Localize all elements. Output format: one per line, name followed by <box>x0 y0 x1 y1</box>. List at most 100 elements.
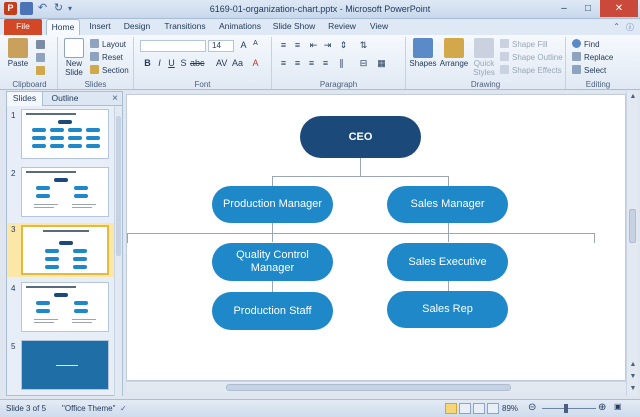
zoom-in-icon[interactable]: ⊕ <box>598 402 606 413</box>
normal-view-icon[interactable] <box>445 403 457 414</box>
font-color-icon[interactable]: A <box>250 58 261 68</box>
zoom-slider[interactable] <box>542 408 596 409</box>
minimize-button[interactable]: – <box>552 0 576 17</box>
node-sales-executive[interactable]: Sales Executive <box>387 243 508 281</box>
underline-icon[interactable]: U <box>166 58 177 68</box>
slide-preview <box>21 225 109 275</box>
tab-insert[interactable]: Insert <box>84 19 116 35</box>
tab-slides[interactable]: Slides <box>7 92 43 106</box>
shrink-font-icon[interactable]: A <box>250 40 261 47</box>
ribbon-options: ⌃ ⓘ <box>613 22 634 33</box>
shape-effects-button[interactable]: Shape Effects <box>500 65 562 75</box>
shape-outline-button[interactable]: Shape Outline <box>500 52 563 62</box>
scroll-thumb[interactable] <box>629 209 636 243</box>
format-painter-button[interactable] <box>36 66 48 76</box>
copy-button[interactable] <box>36 53 48 63</box>
font-name-combo[interactable] <box>140 40 206 52</box>
tab-transitions[interactable]: Transitions <box>160 19 210 35</box>
ribbon-tabs: File Home Insert Design Transitions Anim… <box>0 19 640 35</box>
cut-button[interactable] <box>36 40 48 50</box>
tab-slide-show[interactable]: Slide Show <box>270 19 318 35</box>
shape-fill-button[interactable]: Shape Fill <box>500 39 548 49</box>
shapes-button[interactable]: Shapes <box>409 38 437 68</box>
align-text-icon[interactable]: ⊟ <box>358 58 369 69</box>
bullets-icon[interactable]: ≡ <box>278 40 289 50</box>
increase-indent-icon[interactable]: ⇥ <box>322 40 333 51</box>
tab-outline[interactable]: Outline <box>45 92 85 106</box>
maximize-button[interactable]: □ <box>576 0 600 17</box>
slide-thumbnail-4[interactable]: 4 <box>7 282 115 336</box>
node-sales-manager[interactable]: Sales Manager <box>387 186 508 223</box>
node-quality-control-manager[interactable]: Quality Control Manager <box>212 243 333 281</box>
previous-slide-icon[interactable]: ▲ <box>627 361 639 368</box>
title-bar: P ↶ ↻ ▾ 6169-01-organization-chart.pptx … <box>0 0 640 19</box>
node-production-manager[interactable]: Production Manager <box>212 186 333 223</box>
text-direction-icon[interactable]: ⇅ <box>358 40 369 51</box>
theme-name[interactable]: "Office Theme" <box>62 404 115 413</box>
node-sales-rep[interactable]: Sales Rep <box>387 291 508 328</box>
numbering-icon[interactable]: ≡ <box>292 40 303 50</box>
tab-home[interactable]: Home <box>46 19 80 35</box>
slide-sorter-view-icon[interactable] <box>459 403 471 414</box>
slide-thumbnail-2[interactable]: 2 <box>7 167 115 221</box>
find-button[interactable]: Find <box>572 39 600 49</box>
columns-icon[interactable]: ∥ <box>336 58 347 69</box>
pane-scrollbar[interactable] <box>114 106 122 396</box>
bold-icon[interactable]: B <box>142 58 153 68</box>
effects-icon <box>500 65 509 74</box>
spell-check-icon[interactable]: ✓ <box>120 404 127 413</box>
connector-line <box>448 222 449 242</box>
reading-view-icon[interactable] <box>473 403 485 414</box>
help-icon[interactable]: ⓘ <box>626 22 634 33</box>
new-slide-button[interactable]: New Slide <box>61 38 87 77</box>
tab-review[interactable]: Review <box>323 19 361 35</box>
next-slide-icon[interactable]: ▼ <box>627 373 639 380</box>
fit-to-window-icon[interactable]: ▣ <box>614 402 622 411</box>
tab-animations[interactable]: Animations <box>214 19 266 35</box>
scroll-up-icon[interactable]: ▲ <box>627 93 639 100</box>
italic-icon[interactable]: I <box>154 58 165 68</box>
scroll-thumb[interactable] <box>226 384 511 391</box>
node-ceo[interactable]: CEO <box>300 116 421 158</box>
layout-button[interactable]: Layout <box>90 39 126 49</box>
reset-button[interactable]: Reset <box>90 52 123 62</box>
zoom-level[interactable]: 89% <box>502 404 518 413</box>
justify-icon[interactable]: ≡ <box>320 58 331 68</box>
slide-thumbnail-3[interactable]: 3 <box>7 223 115 277</box>
font-size-combo[interactable]: 14 <box>208 40 234 52</box>
align-right-icon[interactable]: ≡ <box>306 58 317 68</box>
paste-button[interactable]: Paste <box>5 38 31 68</box>
slide-thumbnail-1[interactable]: 1 <box>7 109 115 163</box>
scroll-down-icon[interactable]: ▼ <box>627 385 639 392</box>
strikethrough-icon[interactable]: abc <box>190 58 205 68</box>
change-case-icon[interactable]: Aa <box>232 58 243 68</box>
tab-file[interactable]: File <box>4 19 42 35</box>
smartart-icon[interactable]: ▦ <box>376 58 387 69</box>
select-button[interactable]: Select <box>572 65 606 75</box>
close-pane-icon[interactable]: × <box>112 93 118 104</box>
scroll-thumb[interactable] <box>116 116 121 256</box>
align-center-icon[interactable]: ≡ <box>292 58 303 68</box>
shadow-icon[interactable]: S <box>178 58 189 68</box>
tab-design[interactable]: Design <box>120 19 154 35</box>
quick-styles-button[interactable]: Quick Styles <box>471 38 497 77</box>
close-button[interactable]: ✕ <box>600 0 638 17</box>
zoom-out-icon[interactable]: ⊝ <box>528 402 536 413</box>
line-spacing-icon[interactable]: ⇕ <box>338 40 349 51</box>
zoom-slider-knob[interactable] <box>563 404 568 413</box>
grow-font-icon[interactable]: A <box>238 40 249 50</box>
arrange-button[interactable]: Arrange <box>439 38 469 68</box>
replace-button[interactable]: Replace <box>572 52 613 62</box>
char-spacing-icon[interactable]: AV <box>216 58 227 68</box>
pen-icon <box>500 52 509 61</box>
slide-thumbnail-5[interactable]: 5 <box>7 340 115 394</box>
section-button[interactable]: Section <box>90 65 129 75</box>
horizontal-scrollbar[interactable] <box>126 381 626 392</box>
minimize-ribbon-icon[interactable]: ⌃ <box>613 22 620 33</box>
vertical-scrollbar[interactable]: ▲ ▲ ▼ ▼ <box>626 91 638 396</box>
align-left-icon[interactable]: ≡ <box>278 58 289 68</box>
decrease-indent-icon[interactable]: ⇤ <box>308 40 319 51</box>
node-production-staff[interactable]: Production Staff <box>212 292 333 330</box>
slide-show-view-icon[interactable] <box>487 403 499 414</box>
tab-view[interactable]: View <box>364 19 394 35</box>
